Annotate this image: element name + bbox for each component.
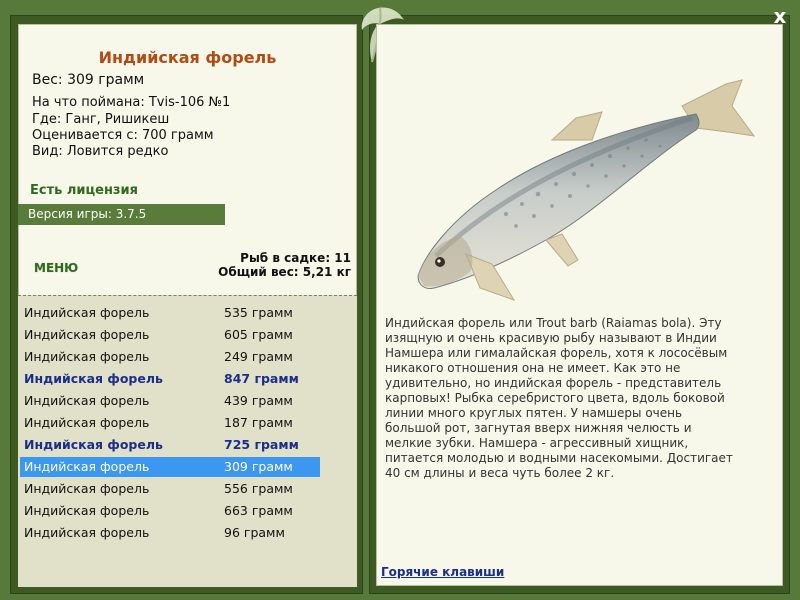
list-item[interactable]: Индийская форель 249 грамм <box>20 347 320 367</box>
list-item[interactable]: Индийская форель 605 грамм <box>20 325 320 345</box>
list-item[interactable]: Индийская форель 556 грамм <box>20 479 320 499</box>
close-button[interactable]: x <box>770 6 790 26</box>
valued-from: Оценивается с: 700 грамм <box>32 128 214 143</box>
game-version: Версия игры: 3.7.5 <box>18 204 225 225</box>
list-item-name: Индийская форель <box>24 525 150 540</box>
list-item-name: Индийская форель <box>24 459 150 474</box>
list-item[interactable]: Индийская форель 535 грамм <box>20 303 320 323</box>
total-weight: Общий вес: 5,21 кг <box>218 265 351 279</box>
list-item[interactable]: Индийская форель 725 грамм <box>20 435 320 455</box>
rarity: Вид: Ловится редко <box>32 144 169 159</box>
list-item-name: Индийская форель <box>24 503 150 518</box>
list-item[interactable]: Индийская форель 847 грамм <box>20 369 320 389</box>
list-item-selected[interactable]: Индийская форель 309 грамм <box>20 457 320 477</box>
fish-image <box>417 79 756 301</box>
list-item-weight: 725 грамм <box>224 437 299 452</box>
list-item-name: Индийская форель <box>24 415 150 430</box>
location: Где: Ганг, Ришикеш <box>32 112 170 127</box>
list-item-weight: 556 грамм <box>224 481 293 496</box>
list-item[interactable]: Индийская форель 96 грамм <box>20 523 320 543</box>
list-item-weight: 96 грамм <box>224 525 285 540</box>
list-item-name: Индийская форель <box>24 437 163 452</box>
list-item-weight: 535 грамм <box>224 305 293 320</box>
fish-title: Индийская форель <box>98 48 277 67</box>
fish-weight: Вес: 309 грамм <box>32 72 145 88</box>
list-item-weight: 187 грамм <box>224 415 293 430</box>
list-item-name: Индийская форель <box>24 393 150 408</box>
hotkeys-link[interactable]: Горячие клавиши <box>381 565 504 579</box>
fish-info-panel: Индийская форель Вес: 309 грамм На что п… <box>18 24 357 587</box>
fish-count: Рыб в садке: 11 <box>240 251 351 265</box>
list-item-weight: 605 грамм <box>224 327 293 342</box>
list-item[interactable]: Индийская форель 187 грамм <box>20 413 320 433</box>
list-item-weight: 439 грамм <box>224 393 293 408</box>
fish-list: Индийская форель 535 грамм Индийская форе… <box>18 295 357 587</box>
keepnet-stats: Рыб в садке: 11 Общий вес: 5,21 кг <box>218 251 351 279</box>
list-item-weight: 663 грамм <box>224 503 293 518</box>
list-item[interactable]: Индийская форель 439 грамм <box>20 391 320 411</box>
license-status: Есть лицензия <box>30 183 138 198</box>
list-item-weight: 309 грамм <box>224 459 293 474</box>
list-item-weight: 847 грамм <box>224 371 299 386</box>
list-item[interactable]: Индийская форель 663 грамм <box>20 501 320 521</box>
list-item-name: Индийская форель <box>24 349 150 364</box>
list-item-name: Индийская форель <box>24 327 150 342</box>
list-item-weight: 249 грамм <box>224 349 293 364</box>
list-item-name: Индийская форель <box>24 371 163 386</box>
list-item-name: Индийская форель <box>24 481 150 496</box>
fish-description-panel: Индийская форель или Trout barb (Raiamas… <box>376 24 783 586</box>
list-item-name: Индийская форель <box>24 305 150 320</box>
fish-description: Индийская форель или Trout barb (Raiamas… <box>385 316 733 480</box>
menu-button[interactable]: МЕНЮ <box>34 261 78 275</box>
caught-on: На что поймана: Tvis-106 №1 <box>32 95 231 110</box>
